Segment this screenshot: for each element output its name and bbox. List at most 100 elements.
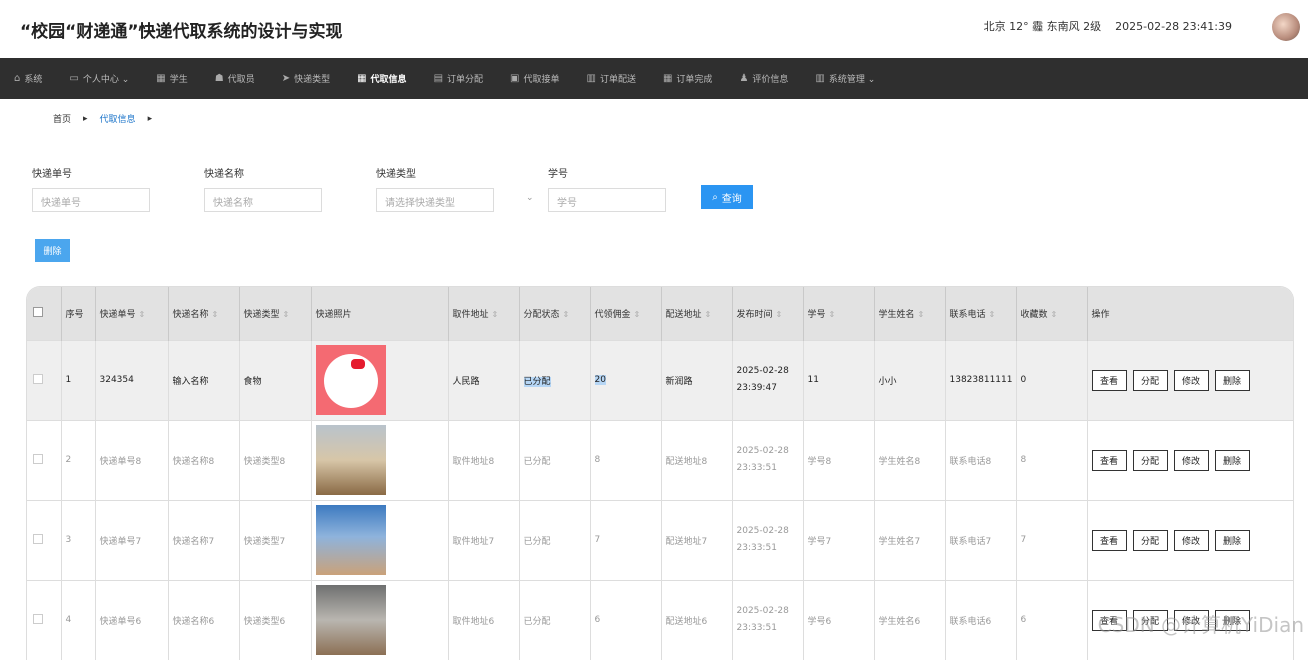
sort-icon[interactable]: ⇕ bbox=[776, 310, 783, 319]
row-checkbox[interactable] bbox=[33, 534, 43, 544]
express-type-select[interactable]: 请选择快递类型 bbox=[376, 188, 494, 212]
data-table: 序号 快递单号⇕ 快递名称⇕ 快递类型⇕ 快递照片 取件地址⇕ 分配状态⇕ 代领… bbox=[26, 286, 1294, 660]
nav-pickup-accept[interactable]: ▣代取接单 bbox=[510, 72, 559, 85]
select-all-checkbox[interactable] bbox=[33, 307, 43, 317]
breadcrumb-current[interactable]: 代取信息 bbox=[100, 112, 136, 125]
nav-express-type[interactable]: ➤ 快递类型 bbox=[282, 72, 330, 85]
cell-sid: 学号7 bbox=[803, 500, 874, 580]
sort-icon[interactable]: ⇕ bbox=[634, 310, 641, 319]
row-checkbox[interactable] bbox=[33, 454, 43, 464]
sort-icon[interactable]: ⇕ bbox=[139, 310, 146, 319]
search-button[interactable]: ⌕ 查询 bbox=[701, 185, 753, 209]
sort-icon[interactable]: ⇕ bbox=[212, 310, 219, 319]
edit-button[interactable]: 修改 bbox=[1174, 530, 1209, 551]
view-button[interactable]: 查看 bbox=[1092, 530, 1127, 551]
express-photo[interactable] bbox=[316, 585, 386, 655]
nav-pickup-info[interactable]: ▦代取信息 bbox=[357, 72, 406, 85]
avatar[interactable] bbox=[1272, 13, 1300, 41]
col-header[interactable]: 快递单号⇕ bbox=[95, 287, 168, 340]
nav-system-manage[interactable]: ▥系统管理 ⌄ bbox=[815, 72, 875, 85]
chevron-down-icon[interactable]: ⌄ bbox=[526, 193, 534, 203]
delete-button[interactable]: 删除 bbox=[1215, 370, 1250, 391]
view-button[interactable]: 查看 bbox=[1092, 370, 1127, 391]
sort-icon[interactable]: ⇕ bbox=[989, 310, 996, 319]
sort-icon[interactable]: ⇕ bbox=[1051, 310, 1058, 319]
assign-button[interactable]: 分配 bbox=[1133, 370, 1168, 391]
assign-button[interactable]: 分配 bbox=[1133, 530, 1168, 551]
send-icon: ➤ bbox=[282, 73, 290, 84]
table-row[interactable]: 1 324354 输入名称 食物 人民路 已分配 20 新润路 2025-02-… bbox=[27, 340, 1294, 420]
nav-system[interactable]: ⌂系统 bbox=[14, 72, 42, 85]
row-checkbox[interactable] bbox=[33, 614, 43, 624]
sort-icon[interactable]: ⇕ bbox=[829, 310, 836, 319]
col-header[interactable]: 分配状态⇕ bbox=[519, 287, 590, 340]
cell-status: 已分配 bbox=[519, 420, 590, 500]
breadcrumb-home[interactable]: 首页 bbox=[53, 112, 71, 125]
view-button[interactable]: 查看 bbox=[1092, 450, 1127, 471]
express-photo[interactable] bbox=[316, 425, 386, 495]
cell-type: 食物 bbox=[239, 340, 311, 420]
col-header[interactable]: 快递类型⇕ bbox=[239, 287, 311, 340]
sort-icon[interactable]: ⇕ bbox=[283, 310, 290, 319]
col-header[interactable]: 发布时间⇕ bbox=[732, 287, 803, 340]
col-header[interactable]: 配送地址⇕ bbox=[661, 287, 732, 340]
cell-type: 快递类型8 bbox=[239, 420, 311, 500]
cell-no: 3 bbox=[61, 500, 95, 580]
grid-icon: ▦ bbox=[156, 73, 165, 84]
cell-express-no: 快递单号8 bbox=[95, 420, 168, 500]
sort-icon[interactable]: ⇕ bbox=[492, 310, 499, 319]
cell-addr: 取件地址7 bbox=[448, 500, 519, 580]
cell-phone: 联系电话7 bbox=[945, 500, 1016, 580]
cell-photo bbox=[311, 500, 448, 580]
edit-button[interactable]: 修改 bbox=[1174, 450, 1209, 471]
sort-icon[interactable]: ⇕ bbox=[705, 310, 712, 319]
col-header-label: 学生姓名 bbox=[879, 310, 915, 320]
nav-order-complete[interactable]: ▦订单完成 bbox=[663, 72, 712, 85]
cell-addr: 人民路 bbox=[448, 340, 519, 420]
row-checkbox[interactable] bbox=[33, 374, 43, 384]
table-row[interactable]: 2 快递单号8 快递名称8 快递类型8 取件地址8 已分配 8 配送地址8 20… bbox=[27, 420, 1294, 500]
nav-label: 个人中心 ⌄ bbox=[83, 72, 129, 85]
express-photo[interactable] bbox=[316, 505, 386, 575]
col-header-label: 收藏数 bbox=[1021, 310, 1048, 320]
cell-time: 2025-02-28 23:39:47 bbox=[732, 340, 803, 420]
delete-button[interactable]: 删除 bbox=[1215, 450, 1250, 471]
express-photo[interactable] bbox=[316, 345, 386, 415]
nav-personal-center[interactable]: ▭个人中心 ⌄ bbox=[69, 72, 129, 85]
table-row[interactable]: 3 快递单号7 快递名称7 快递类型7 取件地址7 已分配 7 配送地址7 20… bbox=[27, 500, 1294, 580]
wind: 东南风 2级 bbox=[1047, 20, 1102, 33]
edit-button[interactable]: 修改 bbox=[1174, 370, 1209, 391]
col-header[interactable]: 代领佣金⇕ bbox=[590, 287, 661, 340]
assign-button[interactable]: 分配 bbox=[1133, 450, 1168, 471]
nav-label: 代取信息 bbox=[371, 72, 407, 85]
delete-button[interactable]: 删除 bbox=[1215, 530, 1250, 551]
watermark: CSDN @计算机YiDian bbox=[1098, 609, 1304, 638]
express-name-input[interactable]: 快递名称 bbox=[204, 188, 322, 212]
nav-courier[interactable]: ☗代取员 bbox=[215, 72, 255, 85]
nav-student[interactable]: ▦学生 bbox=[156, 72, 187, 85]
cell-name: 快递名称6 bbox=[168, 580, 239, 660]
express-no-input[interactable]: 快递单号 bbox=[32, 188, 150, 212]
batch-delete-button[interactable]: 删除 bbox=[35, 239, 70, 262]
col-header[interactable]: 收藏数⇕ bbox=[1016, 287, 1087, 340]
col-header[interactable]: 取件地址⇕ bbox=[448, 287, 519, 340]
nav-label: 快递类型 bbox=[294, 72, 330, 85]
col-header[interactable]: 快递名称⇕ bbox=[168, 287, 239, 340]
nav-review-info[interactable]: ♟评价信息 bbox=[739, 72, 788, 85]
col-header[interactable]: 学生姓名⇕ bbox=[874, 287, 945, 340]
student-no-input[interactable]: 学号 bbox=[548, 188, 666, 212]
nav-order-delivery[interactable]: ▥订单配送 bbox=[587, 72, 636, 85]
col-header[interactable]: 学号⇕ bbox=[803, 287, 874, 340]
cell-dest: 配送地址8 bbox=[661, 420, 732, 500]
city: 北京 bbox=[984, 20, 1006, 33]
cell-name: 快递名称8 bbox=[168, 420, 239, 500]
nav-order-assign[interactable]: ▤订单分配 bbox=[434, 72, 483, 85]
sort-icon[interactable]: ⇕ bbox=[918, 310, 925, 319]
chevron-right-icon: ▸ bbox=[83, 114, 88, 124]
cell-fee: 20 bbox=[590, 340, 661, 420]
nav-label: 系统管理 ⌄ bbox=[829, 72, 875, 85]
col-header-label: 发布时间 bbox=[737, 310, 773, 320]
sort-icon[interactable]: ⇕ bbox=[563, 310, 570, 319]
col-header[interactable]: 联系电话⇕ bbox=[945, 287, 1016, 340]
cell-photo bbox=[311, 420, 448, 500]
